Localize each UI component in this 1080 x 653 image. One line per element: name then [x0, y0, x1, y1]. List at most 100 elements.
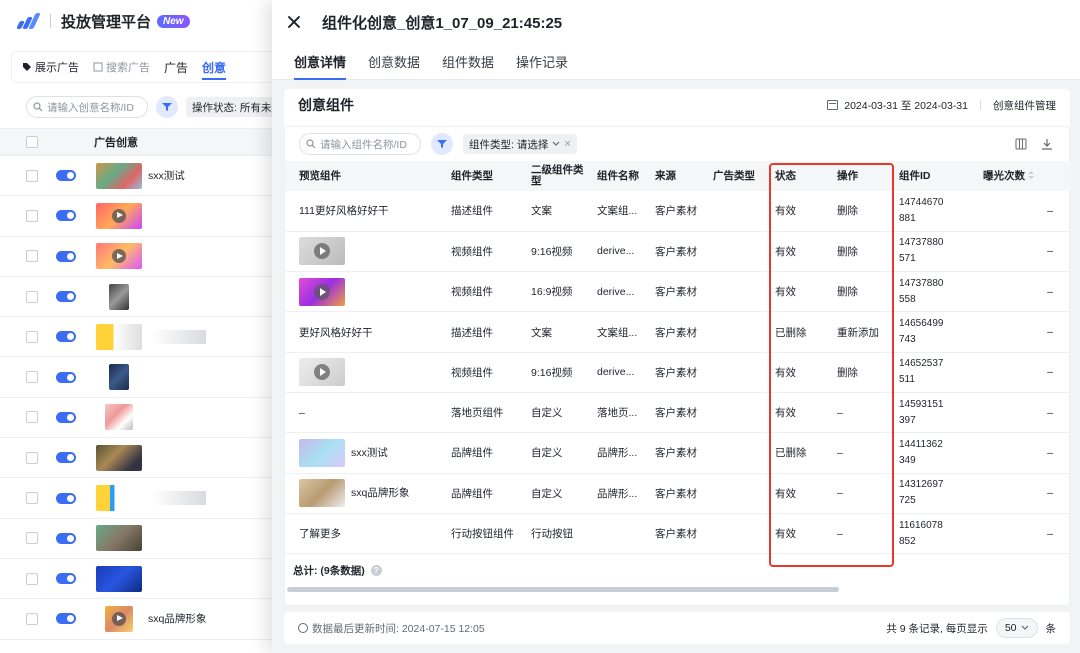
- cell-source: 客户素材: [649, 432, 707, 474]
- download-icon[interactable]: [1041, 138, 1053, 150]
- tab-creative-data[interactable]: 创意数据: [368, 52, 420, 80]
- row-checkbox[interactable]: [26, 411, 38, 424]
- row-toggle[interactable]: [56, 573, 76, 585]
- bg-search-placeholder: 请输入创意名称/ID: [47, 101, 134, 114]
- component-search-input[interactable]: 请输入组件名称/ID: [299, 133, 421, 155]
- row-toggle[interactable]: [56, 371, 76, 383]
- tab-display-ads[interactable]: 展示广告: [22, 59, 79, 75]
- cell-action-text: –: [837, 406, 843, 419]
- cell-status-text: 已删除: [775, 447, 807, 460]
- bg-table-row[interactable]: [0, 196, 280, 237]
- tab-creative[interactable]: 创意: [202, 59, 227, 80]
- bg-table-row[interactable]: [0, 277, 280, 318]
- cell-id-line2: 881: [899, 212, 916, 224]
- bg-table-row[interactable]: sxx测试: [0, 156, 280, 197]
- row-checkbox[interactable]: [26, 250, 38, 263]
- component-manage-link[interactable]: 创意组件管理: [993, 98, 1056, 113]
- background-page: 投放管理平台 New 展示广告 搜索广告 广告 创意 请输入创意名称/ID 操作…: [0, 0, 280, 653]
- row-checkbox[interactable]: [26, 209, 38, 222]
- bg-status-chip[interactable]: 操作状态: 所有未删: [186, 97, 276, 117]
- table-tools: [1015, 138, 1069, 150]
- bg-table-row[interactable]: [0, 317, 280, 358]
- cell-action-text[interactable]: 删除: [837, 246, 858, 258]
- cell-action-text[interactable]: 删除: [837, 367, 858, 379]
- clear-icon[interactable]: ×: [564, 138, 570, 150]
- tab-search-ads[interactable]: 搜索广告: [93, 59, 150, 75]
- cell-name-text: 品牌形...: [597, 487, 638, 500]
- row-checkbox[interactable]: [26, 532, 38, 545]
- cell-status: 已删除: [769, 432, 831, 474]
- preview-thumbnail[interactable]: [299, 277, 345, 306]
- horizontal-scrollbar[interactable]: [287, 587, 839, 592]
- row-checkbox[interactable]: [26, 612, 38, 625]
- creative-thumbnail: [96, 565, 142, 592]
- cell-name: 文案组...: [591, 311, 649, 353]
- tab-ad[interactable]: 广告: [164, 59, 188, 76]
- row-checkbox[interactable]: [26, 492, 38, 505]
- bg-table-row[interactable]: [0, 478, 280, 519]
- row-toggle[interactable]: [56, 492, 76, 504]
- component-type-chip[interactable]: 组件类型: 请选择 ×: [463, 134, 577, 154]
- col-impressions[interactable]: 曝光次数: [977, 161, 1071, 191]
- row-toggle[interactable]: [56, 210, 76, 222]
- new-badge: New: [157, 14, 190, 28]
- row-toggle[interactable]: [56, 613, 76, 625]
- row-toggle[interactable]: [56, 291, 76, 303]
- bg-table-row[interactable]: [0, 519, 280, 559]
- creative-name: sxq品牌形象: [148, 613, 207, 626]
- bg-table-row[interactable]: [0, 438, 280, 479]
- cell-action-text[interactable]: 重新添加: [837, 327, 879, 339]
- cell-action[interactable]: 删除: [831, 271, 893, 313]
- cell-source-text: 客户素材: [655, 528, 697, 541]
- cell-action: –: [831, 513, 893, 555]
- bg-table-row[interactable]: sxq品牌形象: [0, 599, 280, 640]
- tab-search-ads-label: 搜索广告: [106, 62, 150, 74]
- bg-table-row[interactable]: [0, 237, 280, 277]
- row-checkbox[interactable]: [26, 330, 38, 343]
- tab-component-data[interactable]: 组件数据: [442, 52, 494, 80]
- row-toggle[interactable]: [56, 250, 76, 262]
- row-checkbox[interactable]: [26, 572, 38, 585]
- tab-operation-log[interactable]: 操作记录: [516, 52, 568, 80]
- component-filter-button[interactable]: [431, 133, 453, 155]
- row-toggle[interactable]: [56, 331, 76, 343]
- bg-search-input[interactable]: 请输入创意名称/ID: [26, 96, 148, 118]
- cell-action[interactable]: 重新添加: [831, 311, 893, 353]
- cell-name-text: derive...: [597, 245, 635, 258]
- page-size-select[interactable]: 50: [995, 618, 1038, 638]
- row-toggle[interactable]: [56, 452, 76, 464]
- row-checkbox[interactable]: [26, 290, 38, 303]
- preview-thumbnail[interactable]: [299, 237, 345, 266]
- cell-action[interactable]: 删除: [831, 231, 893, 273]
- preview-thumbnail[interactable]: [299, 358, 345, 387]
- cell-action[interactable]: 删除: [831, 352, 893, 393]
- table-total: 总计: (9条数据) ?: [293, 563, 382, 578]
- cell-impressions: –: [977, 231, 1071, 273]
- close-icon[interactable]: [286, 14, 302, 30]
- columns-icon[interactable]: [1015, 138, 1027, 150]
- cell-action-text[interactable]: 删除: [837, 205, 858, 217]
- bg-filter-button[interactable]: [156, 96, 178, 118]
- row-checkbox[interactable]: [26, 371, 38, 384]
- preview-thumbnail[interactable]: [299, 479, 345, 508]
- bg-table-row[interactable]: [0, 357, 280, 398]
- search-icon: [33, 102, 43, 112]
- row-toggle[interactable]: [56, 532, 76, 544]
- cell-action-text[interactable]: 删除: [837, 286, 858, 298]
- cell-action[interactable]: 删除: [831, 191, 893, 232]
- preview-thumbnail[interactable]: [299, 438, 345, 467]
- preview-text: 了解更多: [299, 528, 341, 541]
- row-checkbox[interactable]: [26, 451, 38, 464]
- cell-id-line1: 14737880: [899, 237, 944, 249]
- tab-creative-detail[interactable]: 创意详情: [294, 52, 347, 80]
- bg-table-row[interactable]: [0, 559, 280, 600]
- sort-icon[interactable]: [1027, 170, 1034, 179]
- row-toggle[interactable]: [56, 411, 76, 423]
- row-toggle[interactable]: [56, 170, 76, 182]
- date-range[interactable]: 2024-03-31 至 2024-03-31: [844, 98, 968, 113]
- bg-table-row[interactable]: [0, 398, 280, 439]
- drawer-footer: 数据最后更新时间: 2024-07-15 12:05 共 9 条记录, 每页显示…: [284, 612, 1070, 644]
- select-all-checkbox[interactable]: [26, 136, 38, 148]
- help-icon[interactable]: ?: [370, 565, 382, 576]
- row-checkbox[interactable]: [26, 169, 38, 182]
